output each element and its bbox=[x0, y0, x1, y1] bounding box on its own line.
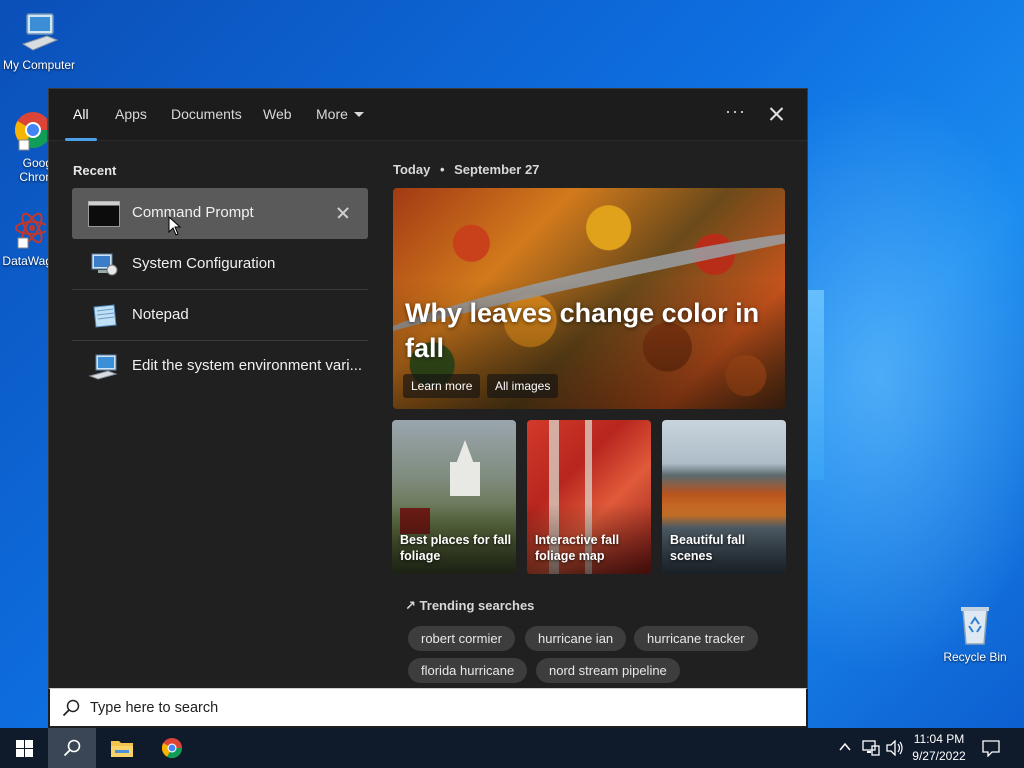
tab-all[interactable]: All bbox=[65, 89, 96, 141]
recent-item-notepad[interactable]: Notepad bbox=[72, 290, 368, 341]
trending-chip[interactable]: nord stream pipeline bbox=[536, 658, 680, 683]
notepad-icon bbox=[88, 303, 120, 329]
trending-chip[interactable]: hurricane ian bbox=[525, 626, 627, 651]
recycle-bin-icon bbox=[953, 602, 997, 646]
computer-icon bbox=[17, 10, 61, 54]
card-caption: Beautiful fall scenes bbox=[670, 533, 746, 563]
atom-icon bbox=[2, 206, 49, 250]
search-input[interactable]: Type here to search bbox=[90, 700, 218, 716]
desktop-icon-label: My Computer bbox=[2, 58, 76, 72]
notification-icon bbox=[982, 740, 1000, 758]
start-button[interactable] bbox=[0, 728, 48, 768]
tab-documents[interactable]: Documents bbox=[171, 89, 242, 141]
chevron-up-icon bbox=[839, 742, 851, 751]
tab-label: Apps bbox=[115, 106, 147, 122]
recent-item-label: Notepad bbox=[132, 306, 189, 323]
church-steeple-graphic bbox=[456, 440, 474, 464]
search-icon bbox=[63, 739, 81, 757]
trending-arrow-icon: ↗ bbox=[405, 598, 416, 613]
today-label: Today bbox=[393, 162, 431, 177]
recent-item-label: Edit the system environment vari... bbox=[132, 357, 363, 374]
desktop-icon-google-chrome[interactable]: Goog Chron bbox=[0, 108, 54, 184]
tab-more[interactable]: More bbox=[316, 89, 364, 141]
recent-item-system-configuration[interactable]: System Configuration bbox=[72, 239, 368, 290]
network-icon bbox=[862, 740, 880, 756]
system-configuration-icon bbox=[88, 252, 120, 278]
taskbar-search-button[interactable] bbox=[48, 728, 96, 768]
more-options-button[interactable]: ··· bbox=[725, 101, 746, 122]
learn-more-button[interactable]: Learn more bbox=[403, 374, 481, 398]
tab-apps[interactable]: Apps bbox=[115, 89, 147, 141]
desktop-icon-label: Goog Chron bbox=[19, 156, 52, 184]
desktop-icon-label: Recycle Bin bbox=[943, 650, 1007, 664]
chevron-down-icon bbox=[353, 112, 364, 117]
date-label: September 27 bbox=[454, 162, 540, 177]
card-caption: Interactive fall foliage map bbox=[535, 533, 620, 563]
trending-searches-heading: ↗ Trending searches bbox=[405, 598, 534, 614]
chrome-icon bbox=[161, 738, 183, 759]
network-button[interactable] bbox=[862, 740, 880, 761]
command-prompt-icon bbox=[88, 201, 120, 227]
recent-item-command-prompt[interactable]: Command Prompt bbox=[72, 188, 368, 239]
desktop-icon-datawag[interactable]: DataWag bbox=[0, 206, 54, 268]
trending-chip[interactable]: florida hurricane bbox=[408, 658, 528, 683]
tab-label: Documents bbox=[171, 106, 242, 122]
recent-item-label: System Configuration bbox=[132, 255, 276, 272]
recent-heading: Recent bbox=[73, 163, 117, 178]
action-center-button[interactable] bbox=[982, 740, 1000, 762]
clock-time[interactable]: 11:04 PM bbox=[908, 732, 970, 746]
trending-chip[interactable]: hurricane tracker bbox=[634, 626, 758, 651]
card-interactive-fall-foliage-map[interactable]: Interactive fall foliage map bbox=[527, 420, 651, 574]
today-date-label: Today • September 27 bbox=[393, 162, 539, 177]
wallpaper-logo-glow bbox=[808, 290, 824, 480]
search-panel: All Apps Documents Web More ··· Recent C… bbox=[48, 88, 808, 728]
close-button[interactable] bbox=[765, 101, 787, 127]
speaker-icon bbox=[886, 739, 903, 757]
card-beautiful-fall-scenes[interactable]: Beautiful fall scenes bbox=[662, 420, 786, 574]
taskbar: 11:04 PM 9/27/2022 bbox=[0, 728, 1024, 768]
windows-logo-icon bbox=[16, 740, 33, 757]
mouse-cursor-icon bbox=[168, 216, 182, 236]
trending-title-text: Trending searches bbox=[419, 598, 535, 613]
card-best-places-fall-foliage[interactable]: Best places for fall foliage bbox=[392, 420, 516, 574]
system-properties-icon bbox=[88, 354, 120, 380]
taskbar-search-box[interactable]: Type here to search bbox=[48, 688, 808, 728]
volume-button[interactable] bbox=[886, 739, 904, 761]
chrome-icon bbox=[3, 108, 52, 152]
tab-label: Web bbox=[263, 106, 292, 122]
search-icon bbox=[62, 699, 80, 717]
card-caption: Best places for fall foliage bbox=[400, 533, 512, 563]
desktop-icon-my-computer[interactable]: My Computer bbox=[0, 10, 78, 72]
remove-recent-icon[interactable] bbox=[336, 206, 350, 220]
church-graphic bbox=[450, 462, 480, 496]
date-separator: • bbox=[439, 162, 445, 177]
taskbar-file-explorer[interactable] bbox=[98, 728, 146, 768]
taskbar-chrome[interactable] bbox=[148, 728, 196, 768]
hero-headline: Why leaves change color in fall bbox=[405, 298, 760, 363]
tab-label: More bbox=[316, 106, 348, 122]
desktop-icon-label: DataWag bbox=[2, 254, 52, 268]
desktop-icon-recycle-bin[interactable]: Recycle Bin bbox=[936, 602, 1014, 664]
recent-item-label: Command Prompt bbox=[132, 204, 254, 221]
search-tabs-bar: All Apps Documents Web More ··· bbox=[49, 89, 807, 141]
show-hidden-icons-button[interactable] bbox=[838, 740, 852, 759]
tab-label: All bbox=[73, 106, 89, 122]
hero-card-fall-leaves[interactable]: Why leaves change color in fall Learn mo… bbox=[393, 188, 785, 409]
recent-item-edit-environment-variables[interactable]: Edit the system environment vari... bbox=[72, 341, 368, 392]
folder-icon bbox=[111, 741, 133, 757]
all-images-button[interactable]: All images bbox=[487, 374, 559, 398]
clock-date[interactable]: 9/27/2022 bbox=[908, 749, 970, 763]
trending-chip[interactable]: robert cormier bbox=[408, 626, 515, 651]
tab-web[interactable]: Web bbox=[263, 89, 292, 141]
